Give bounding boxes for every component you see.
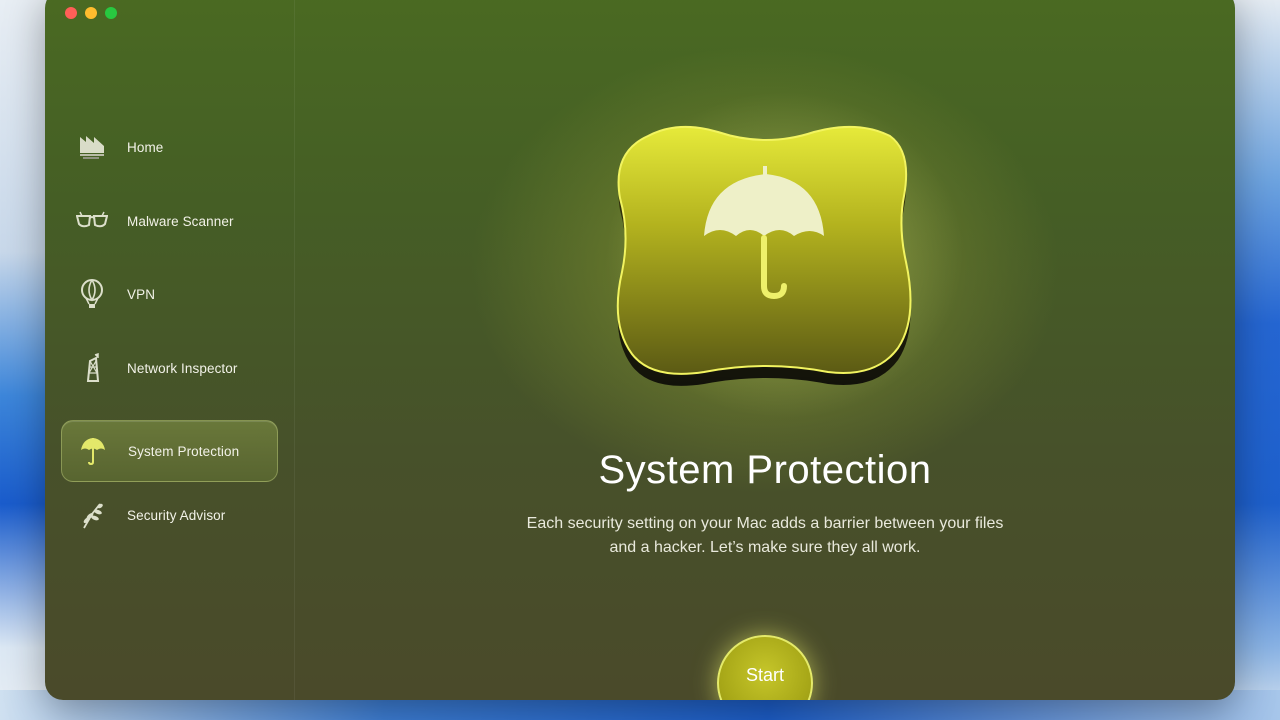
sidebar-item-system-protection[interactable]: System Protection: [61, 420, 278, 482]
description-line-1: Each security setting on your Mac adds a…: [526, 515, 1004, 532]
sidebar-item-malware-scanner[interactable]: Malware Scanner: [61, 190, 278, 252]
sidebar-item-label: Security Advisor: [127, 507, 226, 523]
sidebar-item-label: VPN: [127, 286, 156, 302]
sidebar: Home Malware Scanner VPN Network Inspect…: [45, 0, 295, 700]
page-title: System Protection: [598, 448, 932, 492]
sidebar-item-label: Network Inspector: [127, 360, 238, 376]
sidebar-item-vpn[interactable]: VPN: [61, 263, 278, 325]
glasses-icon: [75, 204, 109, 238]
app-window: Home Malware Scanner VPN Network Inspect…: [45, 0, 1235, 700]
page-description: Each security setting on your Mac adds a…: [475, 512, 1055, 560]
wheat-icon: [75, 498, 109, 532]
sidebar-item-network-inspector[interactable]: Network Inspector: [61, 337, 278, 399]
description-line-2: and a hacker. Let’s make sure they all w…: [609, 539, 921, 556]
sidebar-item-label: System Protection: [128, 443, 240, 459]
start-button[interactable]: Start: [717, 635, 813, 700]
umbrella-icon: [76, 434, 110, 468]
sidebar-item-label: Home: [127, 139, 164, 155]
home-icon: [75, 130, 109, 164]
sidebar-item-security-advisor[interactable]: Security Advisor: [61, 484, 278, 546]
network-tower-icon: [75, 351, 109, 385]
sidebar-item-home[interactable]: Home: [61, 116, 278, 178]
balloon-icon: [75, 277, 109, 311]
sidebar-item-label: Malware Scanner: [127, 213, 234, 229]
hero-umbrella-icon: [608, 122, 924, 390]
